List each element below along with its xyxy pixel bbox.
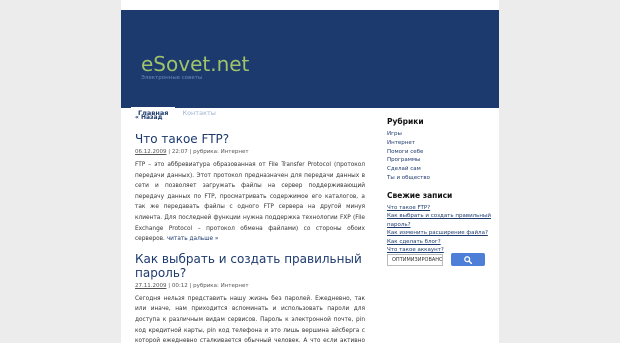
post-title[interactable]: Как выбрать и создать правильный пароль? <box>135 252 365 280</box>
post-title[interactable]: Что такое FTP? <box>135 132 365 146</box>
rubric-item[interactable]: Помоги себе <box>387 148 492 157</box>
site-header: eSovet.net Электронные советы Главная Ко… <box>121 10 499 118</box>
search-form <box>387 253 485 266</box>
recent-post-link[interactable]: Что такое FTP? <box>387 204 492 213</box>
recent-posts-heading: Свежие записи <box>387 190 453 200</box>
rubric-item[interactable]: Сделай сам <box>387 165 492 174</box>
rubrics-list: Игры Интернет Помоги себе Программы Сдел… <box>387 130 492 183</box>
post-time: 22:07 <box>171 149 188 155</box>
post-body: Сегодня нельзя представить нашу жизнь бе… <box>135 295 365 343</box>
post-category-prefix: рубрика: <box>193 149 219 155</box>
rubrics-heading: Рубрики <box>387 117 424 126</box>
post: Что такое FTP? 06.12.2009 | 22:07 | рубр… <box>135 132 365 245</box>
back-link[interactable]: « Назад <box>135 114 365 121</box>
search-input[interactable] <box>387 253 443 266</box>
site-title[interactable]: eSovet.net <box>141 52 249 76</box>
recent-post-link[interactable]: Как изменить расширение файла? <box>387 229 492 238</box>
post-category[interactable]: Интернет <box>221 149 249 155</box>
recent-posts-list: Что такое FTP? Как выбрать и создать пра… <box>387 204 492 255</box>
search-icon <box>464 255 472 264</box>
post-date[interactable]: 06.12.2009 <box>135 149 167 155</box>
site-tagline: Электронные советы <box>141 75 203 81</box>
post-body: FTP – это аббревиатура образованная от F… <box>135 160 365 245</box>
post-date[interactable]: 27.11.2009 <box>135 283 167 289</box>
main-content: « Назад Что такое FTP? 06.12.2009 | 22:0… <box>135 112 365 343</box>
post-meta: 06.12.2009 | 22:07 | рубрика: Интернет <box>135 149 249 155</box>
post-category-prefix: рубрика: <box>193 282 219 289</box>
post-time: 00:12 <box>171 282 188 289</box>
rubric-item[interactable]: Игры <box>387 130 492 139</box>
recent-post-link[interactable]: Как сделать блог? <box>387 238 492 247</box>
recent-post-link[interactable]: Как выбрать и создать правильный пароль? <box>387 212 492 229</box>
sidebar: Рубрики Игры Интернет Помоги себе Програ… <box>387 117 492 255</box>
rubric-item[interactable]: Ты и общество <box>387 174 492 183</box>
read-more-link[interactable]: читать дальше » <box>167 236 219 242</box>
search-button[interactable] <box>451 253 485 266</box>
post-category[interactable]: Интернет <box>221 283 249 289</box>
post-body-text: FTP – это аббревиатура образованная от F… <box>135 162 365 243</box>
post-meta: 27.11.2009 | 00:12 | рубрика: Интернет <box>135 282 249 289</box>
page-wrapper: eSovet.net Электронные советы Главная Ко… <box>121 0 499 343</box>
rubric-item[interactable]: Программы <box>387 156 492 165</box>
post: Как выбрать и создать правильный пароль?… <box>135 252 365 343</box>
rubric-item[interactable]: Интернет <box>387 139 492 148</box>
